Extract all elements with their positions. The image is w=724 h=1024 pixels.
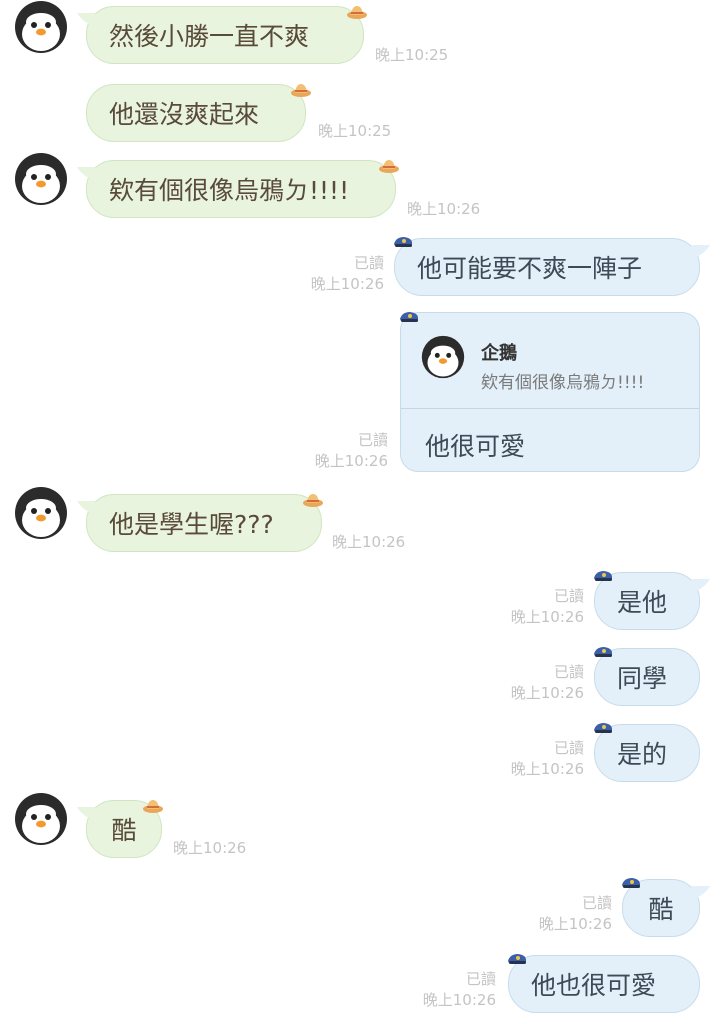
message-text: 是的 [617, 740, 668, 769]
message-meta: 已讀 晚上10:26 [496, 738, 584, 780]
message-time: 晚上10:26 [510, 760, 584, 778]
police-cap-icon [592, 721, 614, 737]
message-time: 晚上10:26 [407, 200, 481, 218]
message-bubble-outgoing[interactable]: 他可能要不爽一陣子 [394, 238, 711, 296]
message-text: 他還沒爽起來 [109, 100, 260, 129]
message-time: 晚上10:26 [332, 533, 406, 551]
read-receipt: 已讀 [553, 587, 584, 605]
message-text: 酷 [111, 816, 137, 845]
read-receipt: 已讀 [353, 254, 384, 272]
police-cap-icon [592, 569, 614, 585]
message-text: 同學 [617, 664, 668, 693]
message-bubble-incoming[interactable]: 然後小勝一直不爽 [76, 6, 364, 64]
contact-avatar[interactable] [14, 0, 68, 54]
quoted-sender-name: 企鵝 [481, 343, 517, 364]
police-cap-icon [392, 235, 414, 251]
police-cap-icon [506, 952, 528, 968]
read-receipt: 已讀 [465, 970, 496, 988]
message-time: 晚上10:26 [310, 275, 384, 293]
message-time: 晚上10:25 [318, 122, 392, 140]
reply-message-bubble[interactable]: 企鵝 欸有個很像烏鴉ㄉ!!!! 他很可愛 [400, 312, 700, 472]
message-text: 欸有個很像烏鴉ㄉ!!!! [109, 176, 350, 205]
read-receipt: 已讀 [553, 663, 584, 681]
message-text: 他也很可愛 [531, 971, 657, 1000]
message-meta: 已讀 晚上10:26 [296, 253, 384, 295]
straw-hat-icon [290, 82, 312, 98]
message-time: 晚上10:25 [375, 46, 449, 64]
police-cap-icon [592, 645, 614, 661]
message-bubble-incoming[interactable]: 他是學生喔??? [76, 494, 322, 552]
straw-hat-icon [378, 158, 400, 174]
message-meta: 已讀 晚上10:26 [408, 969, 496, 1011]
message-meta: 已讀 晚上10:26 [300, 430, 388, 472]
message-time: 晚上10:26 [510, 608, 584, 626]
message-text: 是他 [617, 588, 668, 617]
message-meta: 已讀 晚上10:26 [496, 586, 584, 628]
contact-avatar[interactable] [14, 486, 68, 540]
message-bubble-incoming[interactable]: 他還沒爽起來 [86, 84, 306, 142]
straw-hat-icon [302, 492, 324, 508]
straw-hat-icon [142, 798, 164, 814]
message-time: 晚上10:26 [510, 684, 584, 702]
message-time: 晚上10:26 [314, 452, 388, 470]
message-text: 然後小勝一直不爽 [109, 22, 310, 51]
contact-avatar[interactable] [14, 152, 68, 206]
police-cap-icon [620, 876, 642, 892]
message-meta: 已讀 晚上10:26 [496, 662, 584, 704]
read-receipt: 已讀 [581, 894, 612, 912]
message-bubble-outgoing[interactable]: 他也很可愛 [508, 955, 700, 1013]
quoted-message[interactable]: 企鵝 欸有個很像烏鴉ㄉ!!!! [401, 313, 699, 409]
message-meta: 已讀 晚上10:26 [524, 893, 612, 935]
penguin-avatar-icon [421, 335, 465, 379]
police-cap-icon [398, 310, 420, 326]
quoted-text: 欸有個很像烏鴉ㄉ!!!! [481, 373, 645, 393]
message-text: 他可能要不爽一陣子 [417, 254, 643, 283]
message-text: 他是學生喔??? [109, 510, 274, 539]
message-time: 晚上10:26 [173, 839, 247, 857]
straw-hat-icon [346, 4, 368, 20]
contact-avatar[interactable] [14, 792, 68, 846]
read-receipt: 已讀 [553, 739, 584, 757]
message-bubble-incoming[interactable]: 欸有個很像烏鴉ㄉ!!!! [76, 160, 396, 218]
message-text: 酷 [648, 895, 674, 924]
message-time: 晚上10:26 [538, 915, 612, 933]
message-text: 他很可愛 [425, 432, 526, 461]
message-time: 晚上10:26 [422, 991, 496, 1009]
read-receipt: 已讀 [357, 431, 388, 449]
